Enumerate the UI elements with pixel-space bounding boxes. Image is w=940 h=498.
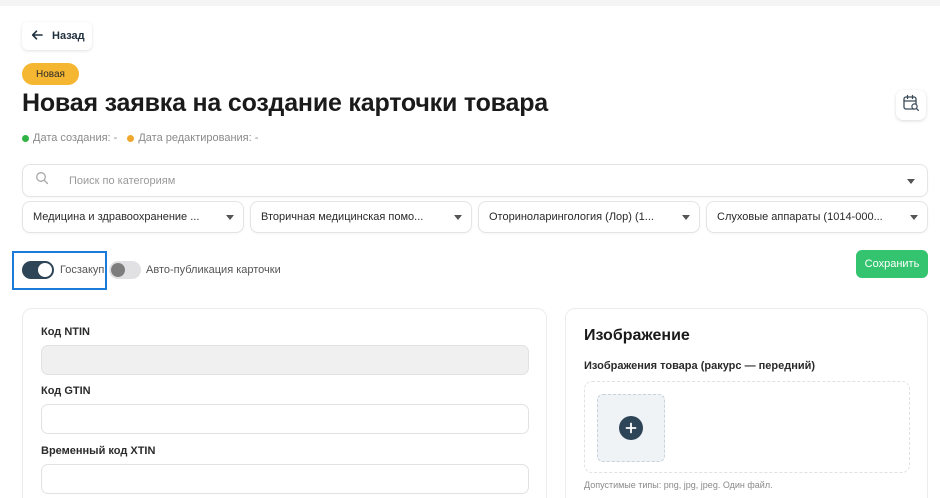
image-section-subtitle: Изображения товара (ракурс — передний) — [584, 360, 816, 372]
search-input[interactable] — [69, 174, 849, 187]
category-select-3[interactable]: Оториноларингология (Лор) (1... — [478, 201, 700, 233]
autopublish-toggle[interactable] — [109, 261, 141, 279]
upload-hint: Допустимые типы: png, jpg, jpeg. Один фа… — [584, 480, 773, 490]
created-date-label: Дата создания: - — [33, 132, 118, 144]
back-button[interactable]: Назад — [22, 22, 92, 50]
edited-date-label: Дата редактирования: - — [138, 132, 259, 144]
created-date: Дата создания: - — [22, 132, 117, 144]
category-selects: Медицина и здравоохранение ... Вторичная… — [22, 201, 928, 233]
calendar-search-icon — [902, 94, 920, 117]
codes-card: Код NTIN Код GTIN Временный код XTIN — [22, 308, 547, 498]
top-strip — [0, 0, 940, 6]
add-image-button[interactable] — [597, 394, 665, 462]
status-badge: Новая — [22, 63, 79, 85]
xtin-label: Временный код XTIN — [41, 445, 156, 457]
page: Назад Новая Новая заявка на создание кар… — [0, 0, 940, 498]
toggle-knob — [38, 263, 52, 277]
category-select-1-value: Медицина и здравоохранение ... — [33, 211, 200, 223]
ntin-field[interactable] — [41, 345, 529, 375]
edited-date: Дата редактирования: - — [127, 132, 258, 144]
image-section-title: Изображение — [584, 327, 690, 344]
goszakup-label: Госзакуп — [60, 264, 105, 276]
category-select-4-value: Слуховые аппараты (1014-000... — [717, 211, 883, 223]
gtin-field[interactable] — [41, 404, 529, 434]
chevron-down-icon[interactable] — [907, 179, 915, 184]
category-select-3-value: Оториноларингология (Лор) (1... — [489, 211, 654, 223]
calendar-button[interactable] — [896, 90, 926, 120]
xtin-field[interactable] — [41, 464, 529, 494]
upload-dropzone[interactable] — [584, 381, 910, 473]
search-icon — [35, 171, 49, 190]
chevron-down-icon — [454, 215, 462, 220]
created-dot — [22, 134, 29, 142]
plus-icon — [619, 416, 643, 440]
meta-dates: Дата создания: - Дата редактирования: - — [22, 132, 258, 144]
category-select-2[interactable]: Вторичная медицинская помо... — [250, 201, 472, 233]
ntin-label: Код NTIN — [41, 326, 90, 338]
back-button-label: Назад — [52, 30, 85, 42]
category-select-2-value: Вторичная медицинская помо... — [261, 211, 424, 223]
chevron-down-icon — [910, 215, 918, 220]
save-button[interactable]: Сохранить — [856, 250, 928, 278]
page-title: Новая заявка на создание карточки товара — [22, 89, 548, 117]
autopublish-label: Авто-публикация карточки — [146, 264, 281, 276]
category-search[interactable] — [22, 164, 928, 197]
toggle-knob — [111, 263, 125, 277]
chevron-down-icon — [226, 215, 234, 220]
category-select-1[interactable]: Медицина и здравоохранение ... — [22, 201, 244, 233]
chevron-down-icon — [682, 215, 690, 220]
edited-dot — [127, 134, 135, 142]
goszakup-toggle[interactable] — [22, 261, 54, 279]
category-select-4[interactable]: Слуховые аппараты (1014-000... — [706, 201, 928, 233]
image-card: Изображение Изображения товара (ракурс —… — [565, 308, 928, 498]
gtin-label: Код GTIN — [41, 385, 91, 397]
arrow-left-icon — [30, 28, 44, 45]
